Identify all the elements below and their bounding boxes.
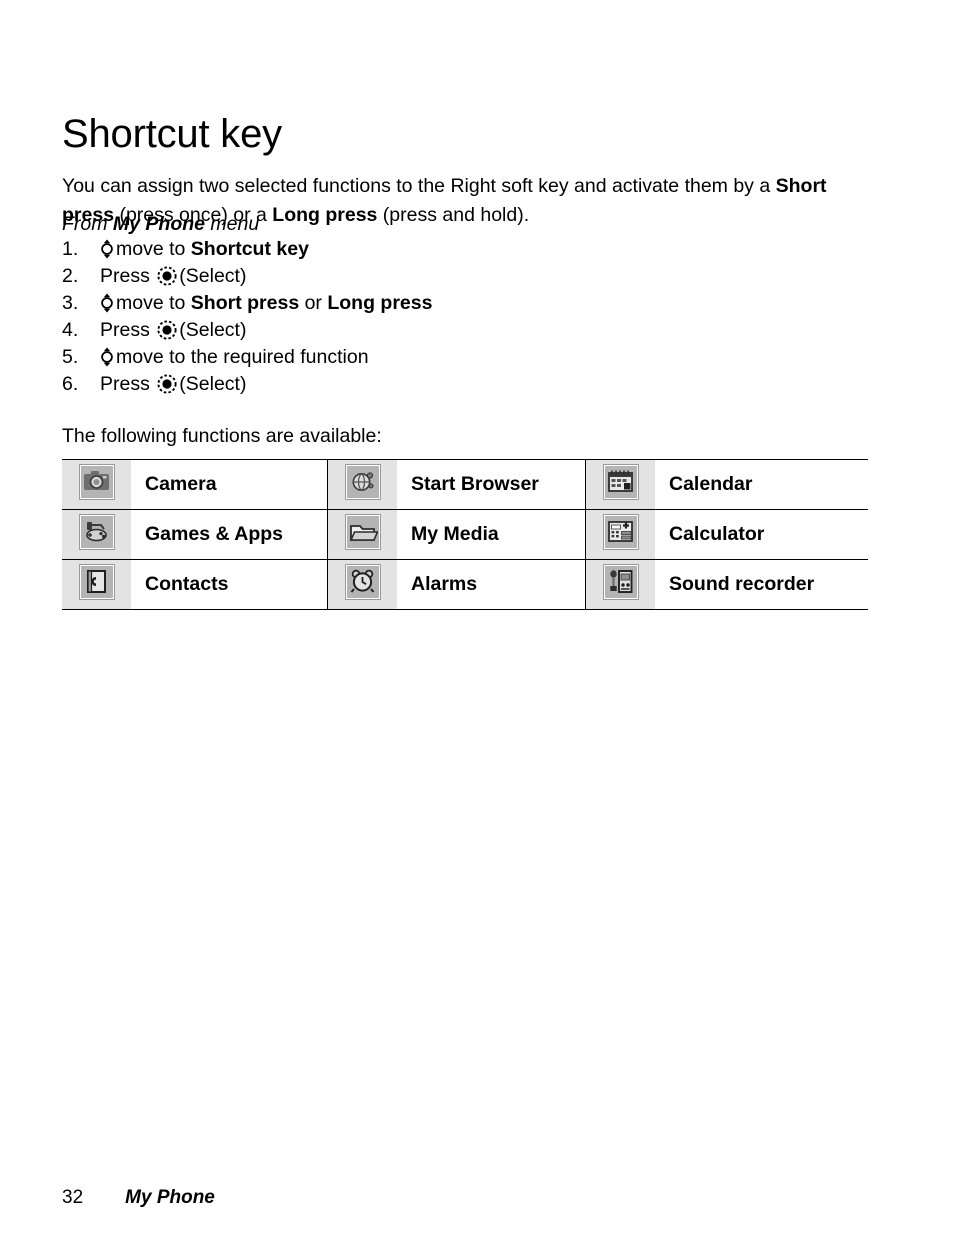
- contacts-icon: [79, 565, 114, 599]
- step-text-after: (Select): [179, 265, 247, 287]
- sound-recorder-icon: [603, 565, 638, 599]
- step-text-before: Press: [100, 373, 156, 395]
- from-menu-line: From My Phone menu: [62, 210, 259, 239]
- icon-cell-camera: [62, 459, 131, 510]
- step-item: 4. Press (Select): [62, 317, 762, 344]
- step-text-after: (Select): [179, 373, 247, 395]
- function-label-contacts: Contacts: [131, 559, 328, 610]
- step-bold-1: Shortcut key: [190, 238, 309, 260]
- nav-updown-key-icon: [100, 347, 114, 367]
- icon-cell-my-media: [327, 509, 397, 560]
- steps-list: 1. move to Shortcut key 2. Press (Select…: [62, 236, 762, 398]
- step-number: 2.: [62, 265, 79, 287]
- table-row: Camera Start Browser Calendar: [62, 459, 868, 510]
- select-key-icon: [157, 374, 177, 394]
- step-number: 4.: [62, 319, 79, 341]
- step-text-before: Press: [100, 319, 156, 341]
- page-footer: 32 My Phone: [62, 1186, 215, 1210]
- select-key-icon: [157, 266, 177, 286]
- step-item: 2. Press (Select): [62, 263, 762, 290]
- select-key-icon: [157, 320, 177, 340]
- step-bold-1: Short press: [190, 292, 300, 314]
- globe-browser-icon: [345, 465, 380, 499]
- icon-cell-contacts: [62, 559, 131, 610]
- step-text: Press (Select): [100, 371, 246, 398]
- step-text-before: move to: [116, 238, 191, 260]
- step-item: 6. Press (Select): [62, 371, 762, 398]
- calculator-icon: [603, 515, 638, 549]
- icon-cell-calculator: [585, 509, 655, 560]
- function-label-my-media: My Media: [397, 509, 586, 560]
- intro-bold-long-press: Long press: [272, 203, 378, 226]
- from-menu-name: My Phone: [112, 213, 206, 235]
- icon-cell-sound-recorder: [585, 559, 655, 610]
- function-label-calculator: Calculator: [655, 509, 868, 560]
- function-label-camera: Camera: [131, 459, 328, 510]
- page-title: Shortcut key: [62, 111, 282, 156]
- footer-page-number: 32: [62, 1187, 84, 1208]
- step-text-before: move to: [116, 292, 191, 314]
- step-number: 3.: [62, 292, 79, 314]
- step-item: 3. move to Short press or Long press: [62, 290, 762, 317]
- step-number: 1.: [62, 238, 79, 260]
- step-text: Press (Select): [100, 317, 246, 344]
- camera-icon: [79, 465, 114, 499]
- icon-cell-calendar: [585, 459, 655, 510]
- icon-cell-games-apps: [62, 509, 131, 560]
- step-text-before: Press: [100, 265, 156, 287]
- document-page: Shortcut key You can assign two selected…: [0, 0, 954, 1245]
- icon-cell-alarms: [327, 559, 397, 610]
- intro-text-3: (press and hold).: [377, 203, 530, 226]
- icon-cell-start-browser: [327, 459, 397, 510]
- step-number: 5.: [62, 346, 79, 368]
- function-label-start-browser: Start Browser: [397, 459, 586, 510]
- available-functions-label: The following functions are available:: [62, 425, 382, 447]
- function-label-games-apps: Games & Apps: [131, 509, 328, 560]
- step-text: Press (Select): [100, 263, 246, 290]
- function-label-sound-recorder: Sound recorder: [655, 559, 868, 610]
- from-prefix: From: [62, 213, 113, 235]
- step-text-after: (Select): [179, 319, 247, 341]
- function-label-alarms: Alarms: [397, 559, 586, 610]
- nav-updown-key-icon: [100, 293, 114, 313]
- footer-section-name: My Phone: [125, 1187, 215, 1208]
- folder-icon: [345, 515, 380, 549]
- table-row: Games & Apps My Media Calculator: [62, 509, 868, 560]
- step-text-before: move to the required function: [116, 346, 369, 368]
- step-text: move to Short press or Long press: [100, 290, 432, 317]
- calendar-icon: [603, 465, 638, 499]
- functions-table: Camera Start Browser Calendar Games & Ap…: [62, 459, 868, 610]
- step-number: 6.: [62, 373, 79, 395]
- step-item: 1. move to Shortcut key: [62, 236, 762, 263]
- games-apps-icon: [79, 515, 114, 549]
- step-text: move to Shortcut key: [100, 236, 309, 263]
- table-row: Contacts Alarms Sound recorder: [62, 559, 868, 610]
- alarm-clock-icon: [345, 565, 380, 599]
- step-bold-2: Long press: [327, 292, 433, 314]
- nav-updown-key-icon: [100, 239, 114, 259]
- from-suffix: menu: [205, 213, 260, 235]
- function-label-calendar: Calendar: [655, 459, 868, 510]
- step-item: 5. move to the required function: [62, 344, 762, 371]
- step-text-middle: or: [299, 292, 328, 314]
- step-text: move to the required function: [100, 344, 369, 371]
- intro-text-1: You can assign two selected functions to…: [62, 174, 776, 197]
